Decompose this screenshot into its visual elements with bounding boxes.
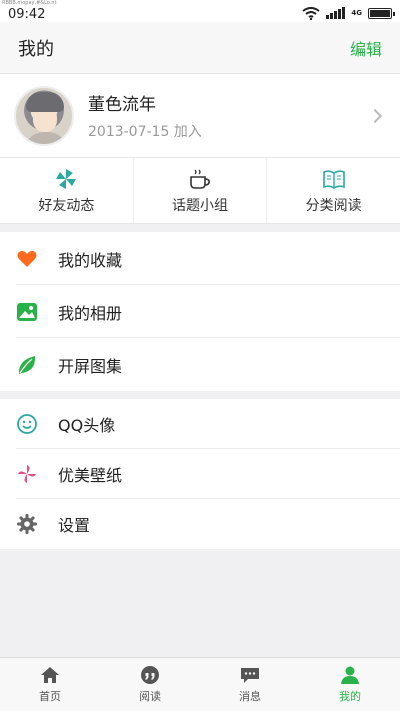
quick-label: 分类阅读 — [305, 197, 362, 214]
tab-label: 阅读 — [139, 690, 161, 703]
list-item-splash-gallery[interactable]: 开屏图集 — [0, 338, 400, 391]
heart-icon — [17, 250, 37, 267]
signal-icon — [326, 7, 346, 19]
list-item-label: 开屏图集 — [58, 356, 123, 376]
bottom-tab-bar: 首页 阅读 消息 我的 — [0, 657, 400, 711]
tab-messages[interactable]: 消息 — [200, 658, 300, 711]
tab-home[interactable]: 首页 — [0, 658, 100, 711]
battery-icon — [368, 7, 395, 19]
list-item-qq-avatar[interactable]: QQ头像 — [0, 399, 400, 449]
smile-face-icon — [17, 414, 37, 434]
tab-label: 消息 — [239, 690, 261, 703]
leaf-icon — [18, 355, 36, 374]
list-item-album[interactable]: 我的相册 — [0, 285, 400, 338]
list-item-label: 设置 — [58, 516, 91, 535]
list-item-label: 我的收藏 — [58, 250, 123, 270]
edit-button[interactable]: 编辑 — [350, 36, 382, 60]
status-bar: RBBB.mopay,#&Lo.nt 09:42 4G — [0, 0, 400, 22]
page-title: 我的 — [18, 38, 54, 60]
gear-icon — [17, 514, 37, 534]
list-item-wallpapers[interactable]: 优美壁纸 — [0, 449, 400, 499]
section-gap — [0, 224, 400, 232]
list-item-label: 优美壁纸 — [58, 466, 123, 485]
quick-label: 话题小组 — [172, 197, 228, 214]
network-type: 4G — [351, 8, 362, 17]
list-item-label: 我的相册 — [58, 303, 123, 323]
list-group-2: QQ头像 优美壁纸 设置 — [0, 399, 400, 549]
profile-card[interactable]: 董色流年 2013-07-15 加入 — [0, 74, 400, 158]
message-icon — [241, 668, 259, 683]
quick-actions: 好友动态 话题小组 分类阅读 — [0, 158, 400, 224]
section-gap — [0, 391, 400, 399]
wifi-icon — [302, 6, 320, 20]
list-item-settings[interactable]: 设置 — [0, 499, 400, 549]
profile-joined-date: 2013-07-15 加入 — [88, 124, 202, 140]
status-time: 09:42 — [8, 6, 46, 22]
list-item-favorites[interactable]: 我的收藏 — [0, 232, 400, 285]
coffee-cup-icon — [190, 169, 210, 189]
status-tiny-text: RBBB.mopay,#&Lo.nt — [2, 0, 57, 6]
pinwheel-icon — [18, 465, 36, 483]
quote-bubble-icon — [141, 666, 159, 684]
person-icon — [341, 666, 359, 684]
list-item-label: QQ头像 — [58, 416, 116, 435]
screen: RBBB.mopay,#&Lo.nt 09:42 4G 我的 编辑 董色流年 2… — [0, 0, 400, 711]
tab-reading[interactable]: 阅读 — [100, 658, 200, 711]
photo-album-icon — [17, 302, 37, 321]
chevron-right-icon — [367, 108, 383, 123]
avatar — [14, 85, 74, 146]
tab-label: 首页 — [39, 690, 61, 703]
page-header: 我的 编辑 — [0, 22, 400, 74]
tab-me[interactable]: 我的 — [300, 658, 400, 711]
quick-category-reading[interactable]: 分类阅读 — [267, 158, 400, 223]
profile-name: 董色流年 — [88, 95, 156, 115]
open-book-icon — [322, 169, 345, 189]
quick-friends-feed[interactable]: 好友动态 — [0, 158, 134, 223]
profile-info: 董色流年 2013-07-15 加入 — [88, 90, 370, 141]
status-icons: 4G — [302, 6, 395, 20]
tab-label: 我的 — [339, 690, 361, 703]
quick-topic-groups[interactable]: 话题小组 — [134, 158, 268, 223]
quick-label: 好友动态 — [38, 197, 95, 214]
home-icon — [41, 667, 59, 683]
pinwheel-icon — [56, 168, 77, 189]
list-group-1: 我的收藏 我的相册 开屏图集 — [0, 232, 400, 391]
